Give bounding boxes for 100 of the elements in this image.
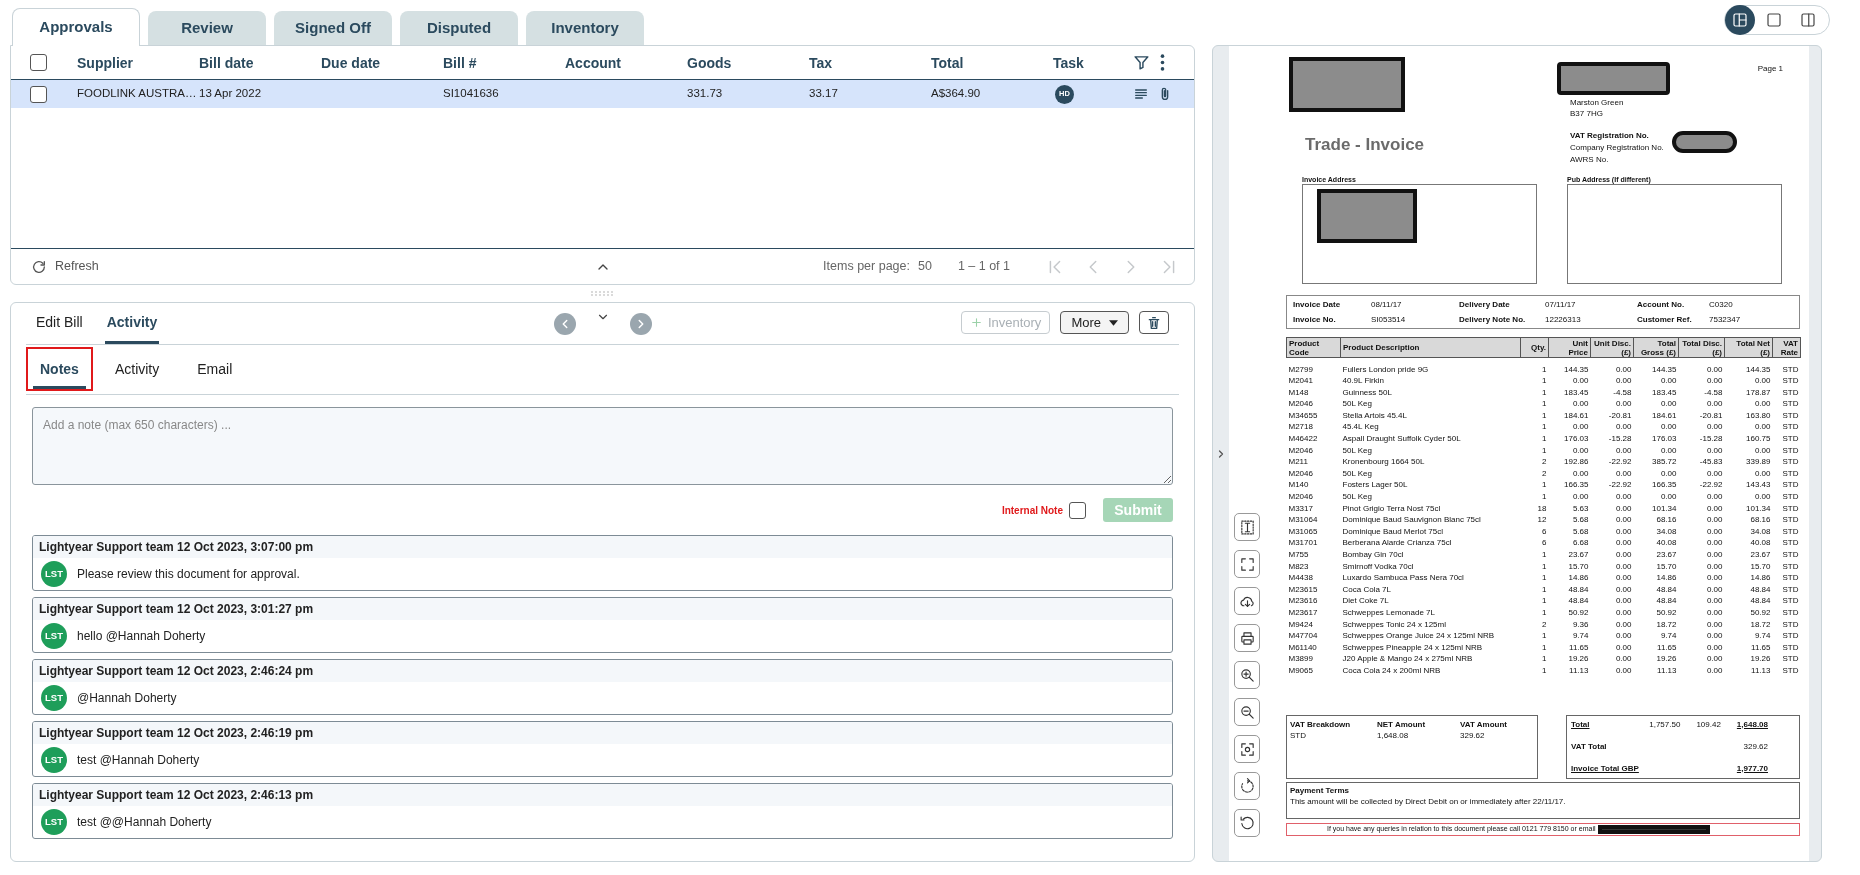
table-cell: 1 (1542, 480, 1547, 490)
table-cell: 0.00 (1706, 584, 1723, 594)
table-cell: STD (1782, 550, 1799, 559)
tab[interactable]: Email (190, 349, 240, 389)
table-cell: 1 (1542, 422, 1547, 432)
field-value: 08/11/17 (1371, 298, 1403, 311)
column-header[interactable]: Task (1053, 54, 1084, 71)
table-cell: 163.80 (1746, 410, 1771, 420)
table-cell: 0.00 (1754, 492, 1771, 502)
table-cell: Aspall Draught Suffolk Cyder 50L (1342, 434, 1461, 444)
table-cell: 1 (1542, 410, 1547, 420)
column-header[interactable]: Due date (321, 54, 381, 71)
table-cell: M148 (1288, 387, 1309, 397)
tab[interactable]: Activity (104, 312, 160, 344)
table-cell: 50.92 (1656, 607, 1677, 617)
table-cell: 50L Keg (1342, 468, 1372, 478)
text-select-icon (1238, 518, 1256, 536)
table-cell: 48.84 (1568, 584, 1589, 594)
tab[interactable]: Disputed (400, 11, 518, 45)
table-cell: 0.00 (1706, 619, 1723, 629)
table-cell: Schweppes Lemonade 7L (1342, 607, 1435, 617)
table-cell: 1 (1542, 492, 1547, 502)
table-cell: 0.00 (1615, 665, 1632, 675)
column-header: Unit Disc. (£) (1590, 337, 1634, 358)
payment-terms-title: Payment Terms (1290, 784, 1350, 796)
table-cell: M3317 (1288, 503, 1313, 513)
resize-handle-icon[interactable] (589, 291, 616, 296)
table-cell: 50.92 (1750, 607, 1771, 617)
note-text: Please review this document for approval. (77, 566, 300, 583)
tab[interactable]: Activity (107, 349, 167, 389)
table-cell: 176.03 (1652, 434, 1677, 444)
total-value: 1,757.50 (1649, 718, 1681, 731)
table-cell: 0.00 (1615, 468, 1632, 478)
tab[interactable]: Signed Off (274, 11, 392, 45)
table-cell: 0.00 (1615, 376, 1632, 386)
table-cell: 34.08 (1750, 526, 1771, 536)
table-cell: 48.84 (1568, 596, 1589, 606)
more-button[interactable]: More (1060, 311, 1129, 334)
table-cell: 48.84 (1656, 596, 1677, 606)
user-avatar: LST (41, 809, 67, 835)
table-cell: -45.83 (1699, 457, 1723, 467)
viewer-tool-button[interactable] (1234, 772, 1260, 800)
column-header[interactable]: Account (565, 54, 621, 71)
table-cell: 1 (1542, 654, 1547, 664)
viewer-tool-button[interactable] (1234, 587, 1260, 615)
table-cell: STD (1782, 457, 1799, 467)
tab[interactable]: Inventory (526, 11, 644, 45)
viewer-tool-button[interactable] (1234, 624, 1260, 652)
registration-label: Company Registration No. (1570, 142, 1664, 154)
table-cell: 0.00 (1706, 492, 1723, 502)
tab[interactable]: Edit Bill (34, 312, 85, 344)
column-header[interactable]: Bill date (199, 54, 254, 71)
table-cell: M23615 (1288, 584, 1318, 594)
view-mode-button[interactable] (1725, 5, 1755, 35)
field-label: Customer Ref. (1637, 313, 1693, 326)
more-options-icon[interactable] (1160, 54, 1165, 71)
checkbox[interactable] (30, 85, 47, 103)
table-cell: 13 Apr 2022 (199, 87, 262, 100)
viewer-tool-button[interactable] (1234, 735, 1260, 763)
column-header[interactable]: Supplier (77, 54, 133, 71)
checkbox[interactable] (1069, 501, 1086, 519)
table-cell: 0.00 (1706, 642, 1723, 652)
column-header[interactable]: Bill # (443, 54, 477, 71)
page-size-select[interactable]: 50 (917, 257, 932, 276)
table-cell: 0.00 (1572, 445, 1589, 455)
table-cell: 0.00 (1615, 573, 1632, 583)
checkbox[interactable] (30, 54, 47, 71)
refresh-button[interactable]: Refresh (31, 257, 99, 276)
table-cell: -20.81 (1608, 410, 1632, 420)
table-cell: 0.00 (1660, 422, 1677, 432)
table-cell: Schweppes Pineapple 24 x 125ml NRB (1342, 642, 1483, 652)
table-cell: 143.43 (1746, 480, 1771, 490)
viewer-tool-button[interactable] (1234, 661, 1260, 689)
delete-button[interactable] (1139, 311, 1169, 334)
viewer-tool-button[interactable] (1234, 809, 1260, 837)
tab[interactable]: Approvals (12, 8, 140, 46)
split-layout-icon (1731, 11, 1749, 29)
table-cell: 11.13 (1657, 665, 1677, 675)
refresh-icon (31, 258, 47, 275)
tab[interactable]: Review (148, 11, 266, 45)
column-header[interactable]: Goods (687, 54, 732, 71)
column-header[interactable]: Tax (809, 54, 833, 71)
viewer-tool-button[interactable] (1234, 513, 1260, 541)
table-cell: Dominique Baud Sauvignon Blanc 75cl (1342, 515, 1481, 525)
table-cell: STD (1782, 561, 1799, 571)
invoice-title: Trade - Invoice (1305, 135, 1425, 154)
column-header[interactable]: Total (931, 54, 964, 71)
total-value: 109.42 (1696, 718, 1721, 731)
table-cell: M2046 (1288, 445, 1313, 455)
note-input[interactable]: Add a note (max 650 characters) ... (32, 407, 1173, 485)
table-cell: 0.00 (1615, 526, 1632, 536)
table-cell: A$364.90 (931, 87, 981, 100)
field-label: Delivery Date (1459, 298, 1511, 311)
table-cell: 19.26 (1750, 654, 1771, 664)
column-header: Total Disc. (£) (1678, 337, 1725, 358)
viewer-tool-button[interactable] (1234, 550, 1260, 578)
viewer-tool-button[interactable] (1234, 698, 1260, 726)
tab[interactable]: Notes (33, 349, 86, 389)
table-cell: 48.84 (1656, 584, 1677, 594)
table-cell: 0.00 (1615, 503, 1632, 513)
